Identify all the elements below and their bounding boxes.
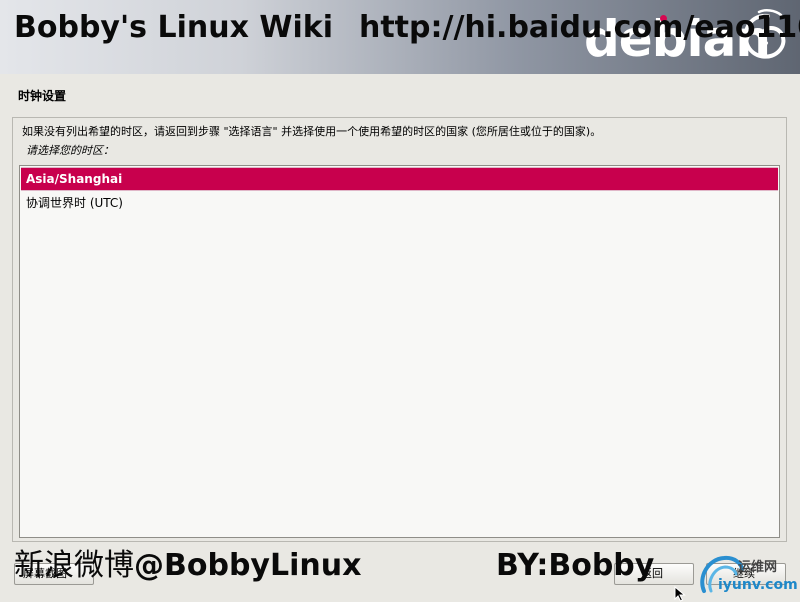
watermark-url: http://hi.baidu.com/eao110: [358, 10, 800, 45]
watermark-weibo-cn: 新浪微博: [14, 548, 134, 583]
iyunv-cn-text: 运维网: [738, 560, 778, 575]
watermark-title: Bobby's Linux Wiki: [14, 10, 333, 45]
timezone-listbox[interactable]: Asia/Shanghai 协调世界时 (UTC): [19, 165, 780, 538]
help-text: 如果没有列出希望的时区，请返回到步骤 "选择语言" 并选择使用一个使用希望的时区…: [22, 125, 602, 138]
prompt-label: 请选择您的时区：: [26, 144, 114, 157]
page-title: 时钟设置: [18, 89, 67, 103]
header-banner: debian Bobby's Linux Wiki http://hi.baidu…: [0, 0, 800, 74]
watermark-top: Bobby's Linux Wiki http://hi.baidu.com/ea…: [14, 10, 800, 46]
timezone-option-utc[interactable]: 协调世界时 (UTC): [21, 192, 778, 214]
iyunv-logo: 运维网 iyunv.com: [698, 553, 798, 598]
iyunv-en-text: iyunv.com: [718, 577, 798, 593]
watermark-weibo-handle: @BobbyLinux: [134, 548, 362, 583]
timezone-option-asia-shanghai[interactable]: Asia/Shanghai: [21, 167, 778, 191]
watermark-by: BY:Bobby: [496, 548, 655, 583]
watermark-weibo: 新浪微博@BobbyLinux: [14, 548, 361, 584]
